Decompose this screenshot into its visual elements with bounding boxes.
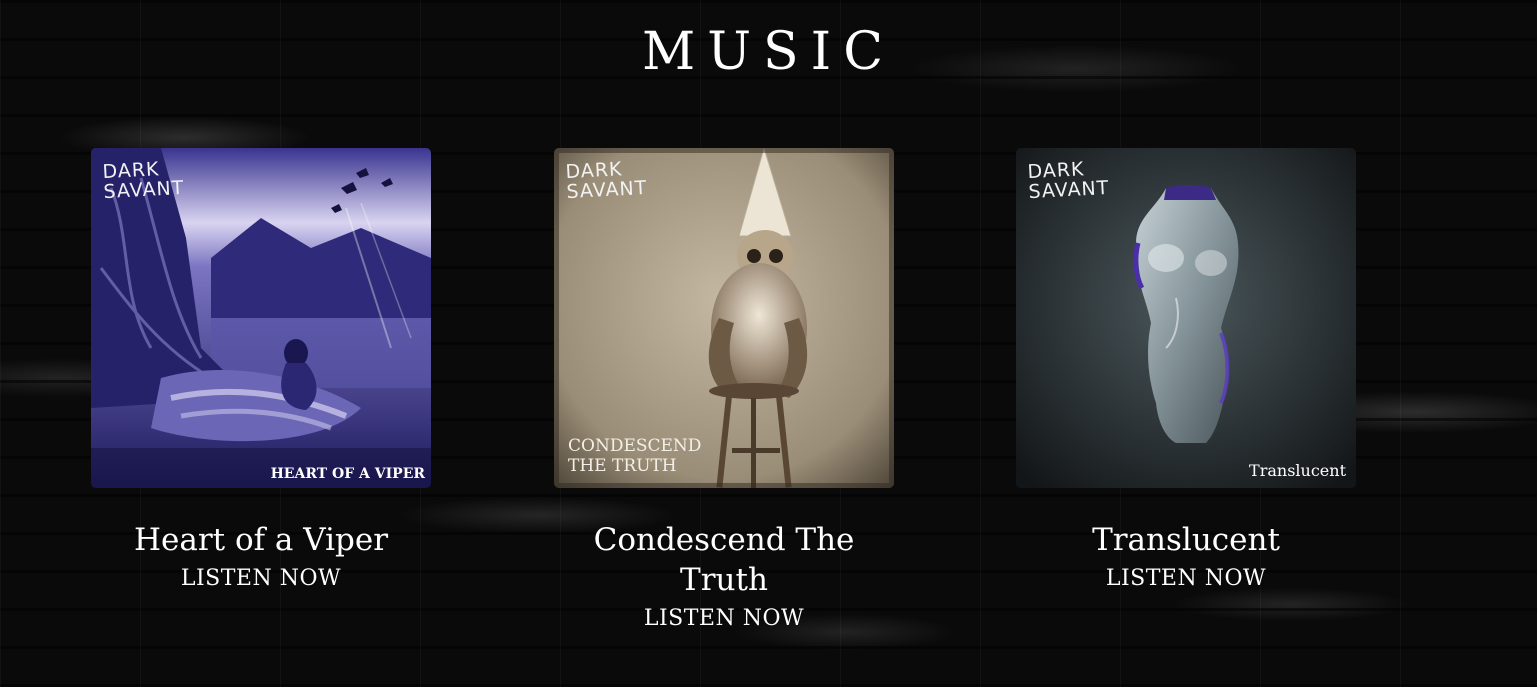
album-card-translucent: DARK SAVANT Translucent Translucent LIST… <box>1016 148 1356 591</box>
listen-now-link[interactable]: LISTEN NOW <box>181 566 341 591</box>
band-logo: DARK SAVANT <box>101 158 185 204</box>
album-title: Condescend The Truth <box>593 522 855 598</box>
cover-caption: CONDESCEND THE TRUTH <box>568 436 702 476</box>
album-title: Translucent <box>1092 522 1280 558</box>
album-card-heart-of-a-viper: DARK SAVANT HEART OF A VIPER Heart of a … <box>91 148 431 591</box>
listen-now-link[interactable]: LISTEN NOW <box>644 606 804 631</box>
band-logo: DARK SAVANT <box>564 158 648 204</box>
album-cover-condescend-the-truth[interactable]: DARK SAVANT CONDESCEND THE TRUTH <box>554 148 894 488</box>
cover-caption: HEART OF A VIPER <box>270 466 425 482</box>
album-title: Heart of a Viper <box>133 522 389 558</box>
cover-caption: Translucent <box>1249 461 1346 480</box>
album-card-condescend-the-truth: DARK SAVANT CONDESCEND THE TRUTH Condesc… <box>554 148 894 631</box>
band-logo: DARK SAVANT <box>1026 158 1110 204</box>
album-cover-heart-of-a-viper[interactable]: DARK SAVANT HEART OF A VIPER <box>91 148 431 488</box>
listen-now-link[interactable]: LISTEN NOW <box>1106 566 1266 591</box>
album-cover-translucent[interactable]: DARK SAVANT Translucent <box>1016 148 1356 488</box>
page-title: MUSIC <box>641 22 896 82</box>
